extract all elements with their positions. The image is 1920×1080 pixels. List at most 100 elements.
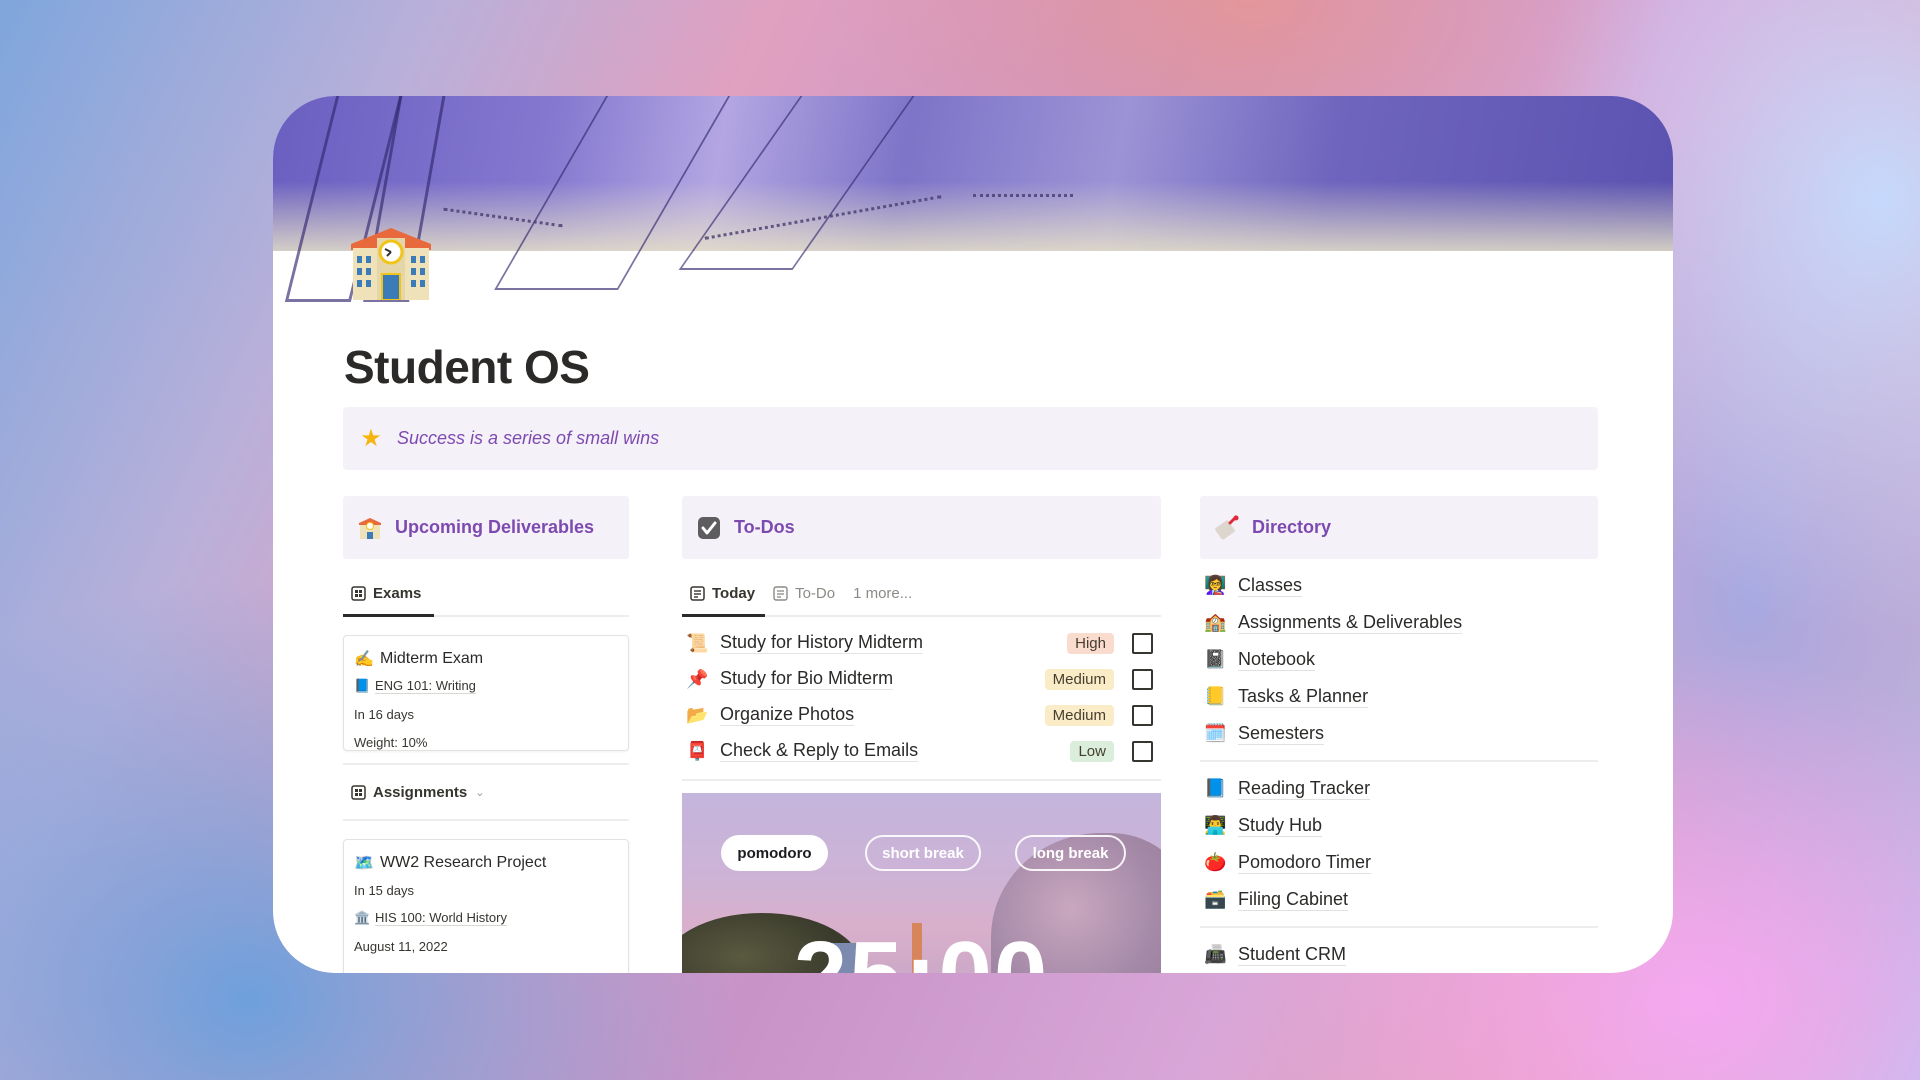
gallery-view-icon [351, 585, 366, 601]
directory-item-label[interactable]: Pomodoro Timer [1238, 852, 1372, 874]
todo-view-tabs: Today To-Do 1 more... [682, 571, 1161, 617]
todo-checkbox[interactable] [1132, 632, 1153, 654]
gallery-view-icon [351, 784, 366, 800]
tab-label: Today [712, 584, 756, 602]
directory-item-pomodoro-timer[interactable]: 🍅 Pomodoro Timer [1200, 844, 1598, 881]
directory-item-assignments[interactable]: 🏫 Assignments & Deliverables [1200, 604, 1598, 641]
todo-checkbox[interactable] [1132, 740, 1153, 762]
folder-icon: 📂 [686, 704, 709, 725]
directory-item-classes[interactable]: 👩‍🏫 Classes [1200, 567, 1598, 604]
upcoming-deliverables-section: Upcoming Deliverables Exams ✍️ Midterm Ex… [343, 496, 629, 973]
tab-more[interactable]: 1 more... [847, 571, 918, 615]
todo-checkbox[interactable] [1132, 704, 1153, 726]
tab-label: Exams [373, 584, 422, 602]
todo-list: 📜 Study for History Midterm High 📌 Study… [682, 625, 1161, 769]
page-title[interactable]: Student OS [344, 340, 590, 394]
school-icon [357, 515, 383, 541]
callout-text[interactable]: Success is a series of small wins [397, 428, 659, 449]
star-icon: ★ [360, 425, 382, 452]
fax-machine-icon: 📠 [1204, 944, 1227, 964]
directory-list: 👩‍🏫 Classes 🏫 Assignments & Deliverables… [1200, 567, 1598, 973]
quote-callout: ★ Success is a series of small wins [343, 407, 1598, 470]
directory-item-label[interactable]: Student CRM [1238, 944, 1347, 966]
card-title: Midterm Exam [380, 650, 484, 667]
section-title[interactable]: Directory [1252, 517, 1331, 538]
world-map-icon: 🗺️ [354, 855, 374, 872]
directory-item-filing-cabinet[interactable]: 🗃️ Filing Cabinet [1200, 881, 1598, 918]
todo-label[interactable]: Check & Reply to Emails [720, 740, 919, 762]
directory-item-reading-tracker[interactable]: 📘 Reading Tracker [1200, 770, 1598, 807]
blue-book-icon: 📘 [1204, 778, 1227, 798]
long-break-mode-button[interactable]: long break [1015, 835, 1126, 871]
chevron-down-icon[interactable]: ⌄ [475, 786, 484, 799]
directory-item-notebook[interactable]: 📓 Notebook [1200, 641, 1598, 678]
divider [1200, 926, 1598, 928]
school-building-icon[interactable] [347, 224, 435, 301]
tomato-icon: 🍅 [1204, 852, 1227, 872]
due-text: In 15 days [354, 882, 414, 898]
section-title[interactable]: To-Dos [734, 517, 795, 538]
list-view-icon [690, 585, 705, 601]
section-title[interactable]: Upcoming Deliverables [395, 517, 594, 538]
pomodoro-mode-button[interactable]: pomodoro [721, 835, 828, 871]
exam-card[interactable]: ✍️ Midterm Exam 📘 ENG 101: Writing In 16 d… [343, 635, 629, 751]
priority-badge: High [1067, 632, 1114, 654]
directory-item-study-hub[interactable]: 👨‍💻 Study Hub [1200, 807, 1598, 844]
weight-text: Weight: 10% [354, 734, 428, 750]
pomodoro-embed: pomodoro short break long break 25:00 [682, 793, 1161, 973]
card-file-box-icon: 🗃️ [1204, 889, 1227, 909]
directory-item-tasks[interactable]: 📒 Tasks & Planner [1200, 678, 1598, 715]
class-link[interactable]: HIS 100: World History [375, 910, 507, 926]
timer-display: 25:00 [682, 921, 1161, 973]
directory-item-label[interactable]: Reading Tracker [1238, 778, 1371, 800]
assignments-view-tabs: Assignments ⌄ [343, 763, 629, 821]
divider [1200, 760, 1598, 762]
directory-header: Directory [1200, 496, 1598, 559]
divider [682, 779, 1161, 781]
todo-item[interactable]: 📂 Organize Photos Medium [682, 697, 1161, 733]
priority-badge: Low [1070, 740, 1114, 762]
directory-item-label[interactable]: Filing Cabinet [1238, 889, 1349, 911]
assignment-card[interactable]: 🗺️ WW2 Research Project In 15 days 🏛️ HIS … [343, 839, 629, 973]
directory-item-student-crm[interactable]: 📠 Student CRM [1200, 936, 1598, 973]
notebook-icon: 📓 [1204, 649, 1227, 669]
blue-book-icon: 📘 [354, 678, 371, 693]
directory-item-label[interactable]: Assignments & Deliverables [1238, 612, 1463, 634]
class-link[interactable]: ENG 101: Writing [375, 678, 476, 694]
todo-checkbox[interactable] [1132, 668, 1153, 690]
scroll-icon: 📜 [686, 632, 709, 653]
notion-page-window: Student OS ★ Success is a series of smal… [273, 96, 1673, 973]
directory-item-label[interactable]: Study Hub [1238, 815, 1323, 837]
teacher-icon: 👩‍🏫 [1204, 575, 1227, 595]
todo-item[interactable]: 📜 Study for History Midterm High [682, 625, 1161, 661]
directory-item-label[interactable]: Tasks & Planner [1238, 686, 1369, 708]
school-icon: 🏫 [1204, 612, 1227, 632]
priority-badge: Medium [1044, 704, 1114, 726]
date-text: August 11, 2022 [354, 938, 448, 954]
tab-label: To-Do [795, 584, 836, 602]
calendar-icon: 🗓️ [1204, 723, 1227, 743]
directory-item-label[interactable]: Classes [1238, 575, 1303, 597]
cover-image[interactable] [273, 96, 1673, 302]
tab-assignments[interactable]: Assignments ⌄ [343, 765, 492, 819]
due-text: In 16 days [354, 706, 414, 722]
tab-exams[interactable]: Exams [343, 571, 434, 617]
todo-label[interactable]: Study for Bio Midterm [720, 668, 894, 690]
tab-label: 1 more... [853, 584, 913, 602]
todos-header: To-Dos [682, 496, 1161, 559]
classical-building-icon: 🏛️ [354, 910, 371, 925]
todo-item[interactable]: 📌 Study for Bio Midterm Medium [682, 661, 1161, 697]
check-box-icon [696, 515, 722, 541]
todo-item[interactable]: 📮 Check & Reply to Emails Low [682, 733, 1161, 769]
todo-label[interactable]: Study for History Midterm [720, 632, 924, 654]
todo-label[interactable]: Organize Photos [720, 704, 855, 726]
short-break-mode-button[interactable]: short break [865, 835, 981, 871]
priority-badge: Medium [1044, 668, 1114, 690]
directory-item-label[interactable]: Notebook [1238, 649, 1316, 671]
directory-item-semesters[interactable]: 🗓️ Semesters [1200, 715, 1598, 752]
tab-today[interactable]: Today [682, 571, 766, 617]
technologist-icon: 👨‍💻 [1204, 815, 1227, 835]
directory-item-label[interactable]: Semesters [1238, 723, 1325, 745]
pushpin-note-icon: 📌 [686, 668, 709, 689]
tab-to-do[interactable]: To-Do [767, 571, 841, 615]
